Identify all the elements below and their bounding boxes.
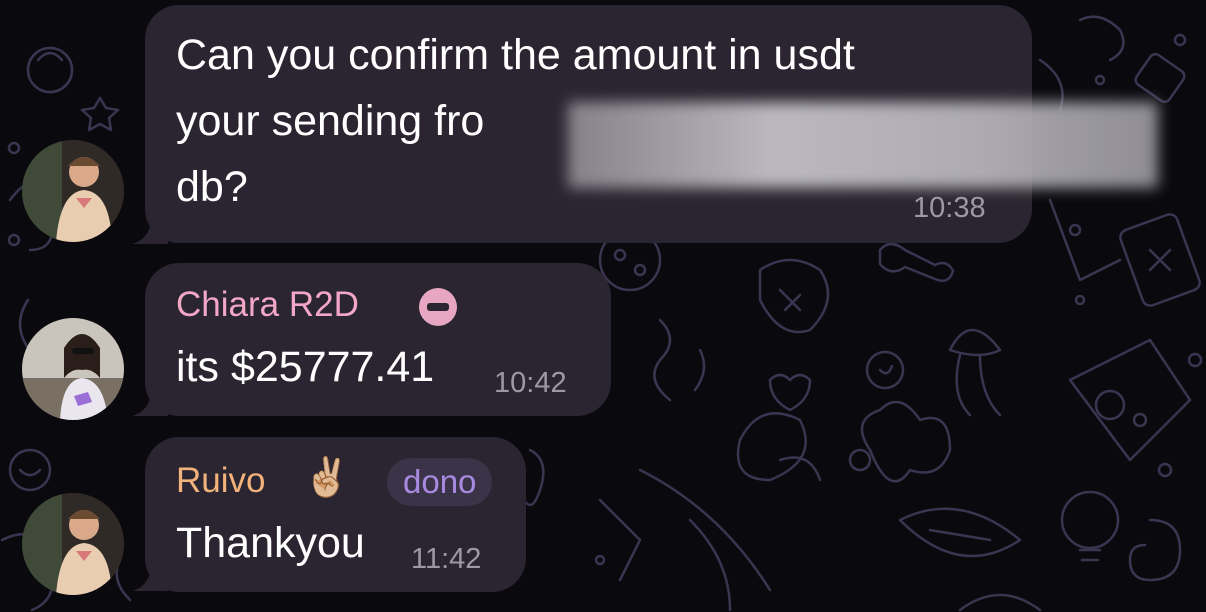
sender-name[interactable]: Chiara R2D bbox=[176, 285, 359, 325]
message-text-line-2: your sending fro bbox=[176, 97, 485, 145]
message-timestamp: 10:38 bbox=[913, 192, 986, 224]
message-bubble[interactable]: Chiara R2D its $25777.41 10:42 bbox=[145, 263, 611, 416]
message-text-line-1: Can you confirm the amount in usdt bbox=[176, 31, 855, 79]
message-text: its $25777.41 bbox=[176, 343, 435, 391]
message-timestamp: 10:42 bbox=[494, 367, 567, 399]
message-text-line-3: db? bbox=[176, 163, 248, 211]
message-timestamp: 11:42 bbox=[411, 543, 482, 575]
minus-circle-icon bbox=[419, 288, 457, 326]
sender-name[interactable]: Ruivo bbox=[176, 461, 265, 501]
avatar-man-icon bbox=[22, 493, 124, 595]
avatar[interactable] bbox=[22, 140, 124, 242]
avatar[interactable] bbox=[22, 318, 124, 420]
message-bubble[interactable]: Ruivo ✌🏼 dono Thankyou 11:42 bbox=[145, 437, 526, 592]
message-text: Thankyou bbox=[176, 519, 365, 567]
redacted-blur bbox=[568, 102, 1158, 188]
role-badge: dono bbox=[387, 458, 493, 506]
avatar[interactable] bbox=[22, 493, 124, 595]
victory-hand-emoji: ✌🏼 bbox=[303, 455, 351, 499]
avatar-man-icon bbox=[22, 140, 124, 242]
avatar-woman-icon bbox=[22, 318, 124, 420]
